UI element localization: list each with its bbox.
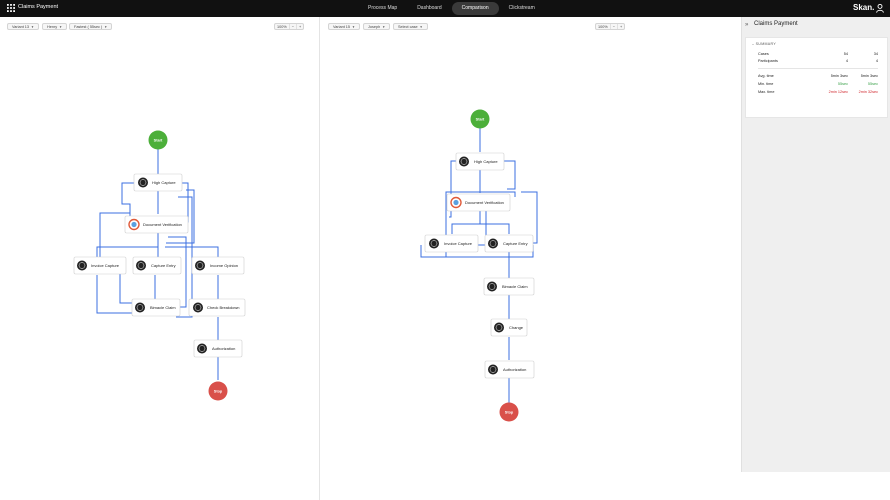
row-value-right: 55sec bbox=[867, 82, 878, 86]
node-label: Income Opinion bbox=[210, 263, 238, 268]
row-value-left: 54 bbox=[843, 52, 848, 56]
node-label: Document Verification bbox=[143, 222, 182, 227]
node-label: Change bbox=[509, 325, 524, 330]
row-value-left: 55sec bbox=[837, 82, 848, 86]
node-label: Check Breakdown bbox=[207, 305, 239, 310]
summary-toggle[interactable]: – SUMMARY bbox=[752, 42, 776, 46]
activity-node-income-opinion[interactable]: Income Opinion bbox=[191, 256, 245, 275]
row-value-right: 4 bbox=[875, 59, 878, 63]
row-label: Max. time bbox=[758, 90, 775, 94]
tab-process-map[interactable]: Process Map bbox=[358, 2, 407, 15]
row-value-left: 5min 3sec bbox=[830, 74, 848, 78]
user-icon[interactable] bbox=[876, 4, 884, 13]
process-map-left: Start Stop High Capture Document Verific… bbox=[73, 130, 246, 401]
row-label: Avg. time bbox=[758, 74, 774, 78]
stop-label: Stop bbox=[505, 410, 514, 414]
summary-sidebar: » Claims Payment – SUMMARY Cases 54 34 P… bbox=[741, 17, 890, 472]
main-nav: Process Map Dashboard Comparison Clickst… bbox=[358, 2, 545, 15]
summary-row-cases: Cases 54 34 bbox=[758, 52, 878, 58]
node-label: Authorization bbox=[503, 367, 526, 372]
node-label: High Capture bbox=[474, 159, 498, 164]
node-label: Capture Entry bbox=[503, 241, 528, 246]
right-comparison-panel: Variant 15 ▼ Joseph ▼ Select case ▼ 100% − … bbox=[321, 17, 741, 500]
activity-node-document-verification[interactable]: Document Verification bbox=[446, 193, 511, 212]
activity-node-check-breakdown[interactable]: Check Breakdown bbox=[188, 298, 246, 317]
node-label: Invoice Capture bbox=[91, 263, 120, 268]
node-label: Capture Entry bbox=[151, 263, 176, 268]
row-label: Cases bbox=[758, 52, 769, 56]
activity-node-change[interactable]: Change bbox=[490, 318, 528, 337]
summary-row-participants: Participants 4 4 bbox=[758, 59, 878, 65]
activity-node-high-capture[interactable]: High Capture bbox=[455, 152, 505, 171]
activity-node-high-capture[interactable]: High Capture bbox=[133, 173, 183, 192]
activity-node-authorization[interactable]: Authorization bbox=[193, 339, 243, 358]
start-label: Start bbox=[476, 117, 485, 121]
node-label: High Capture bbox=[152, 180, 176, 185]
activity-node-bimacle-claim[interactable]: Bimacle Claim bbox=[483, 277, 535, 296]
summary-card: – SUMMARY Cases 54 34 Participants 4 4 A… bbox=[745, 37, 888, 118]
activity-node-invoice-capture[interactable]: Invoice Capture bbox=[424, 234, 479, 253]
row-value-right: 5min 3sec bbox=[860, 74, 878, 78]
node-label: Authorization bbox=[212, 346, 235, 351]
apps-grid-icon[interactable] bbox=[7, 4, 15, 12]
activity-node-capture-entry[interactable]: Capture Entry bbox=[132, 256, 182, 275]
activity-node-document-verification[interactable]: Document Verification bbox=[124, 215, 189, 234]
process-map-right: Start Stop High Capture Document Verific… bbox=[420, 109, 538, 422]
collapse-sidebar-icon[interactable]: » bbox=[745, 22, 748, 28]
activity-node-capture-entry[interactable]: Capture Entry bbox=[484, 234, 534, 253]
summary-row-min-time: Min. time 55sec 55sec bbox=[758, 82, 878, 88]
row-label: Participants bbox=[758, 59, 778, 63]
summary-row-max-time: Max. time 2min 12sec 2min 32sec bbox=[758, 90, 878, 96]
tab-comparison[interactable]: Comparison bbox=[451, 2, 499, 15]
start-label: Start bbox=[154, 138, 163, 142]
node-label: Document Verification bbox=[465, 200, 504, 205]
summary-row-avg-time: Avg. time 5min 3sec 5min 3sec bbox=[758, 74, 878, 80]
stop-node[interactable]: Stop bbox=[208, 381, 228, 401]
tab-clickstream[interactable]: Clickstream bbox=[499, 2, 545, 15]
tab-dashboard[interactable]: Dashboard bbox=[407, 2, 451, 15]
stop-label: Stop bbox=[214, 389, 223, 393]
node-label: Invoice Capture bbox=[444, 241, 473, 246]
node-label: Bimacle Claim bbox=[150, 305, 176, 310]
start-node[interactable]: Start bbox=[148, 130, 168, 150]
verification-icon bbox=[453, 199, 459, 206]
activity-node-bimacle-claim[interactable]: Bimacle Claim bbox=[131, 298, 181, 317]
row-value-right: 2min 32sec bbox=[858, 90, 878, 94]
row-value-left: 4 bbox=[845, 59, 848, 63]
verification-icon bbox=[131, 221, 137, 228]
start-node[interactable]: Start bbox=[470, 109, 490, 129]
brand-logo: Skan. bbox=[853, 3, 875, 12]
row-value-right: 34 bbox=[873, 52, 878, 56]
row-value-left: 2min 12sec bbox=[828, 90, 848, 94]
activity-node-authorization[interactable]: Authorization bbox=[484, 360, 535, 379]
left-comparison-panel: Variant 13 ▼ Henry ▼ Fastest ( 55sec ) ▼ 10… bbox=[0, 17, 320, 500]
sidebar-title: Claims Payment bbox=[754, 21, 798, 27]
top-bar: Claims Payment Process Map Dashboard Com… bbox=[0, 0, 890, 17]
app-title: Claims Payment bbox=[18, 4, 59, 10]
summary-label: SUMMARY bbox=[755, 42, 777, 46]
node-label: Bimacle Claim bbox=[502, 284, 528, 289]
activity-node-invoice-capture[interactable]: Invoice Capture bbox=[73, 256, 127, 275]
divider bbox=[758, 68, 878, 69]
row-label: Min. time bbox=[758, 82, 774, 86]
stop-node[interactable]: Stop bbox=[499, 402, 519, 422]
